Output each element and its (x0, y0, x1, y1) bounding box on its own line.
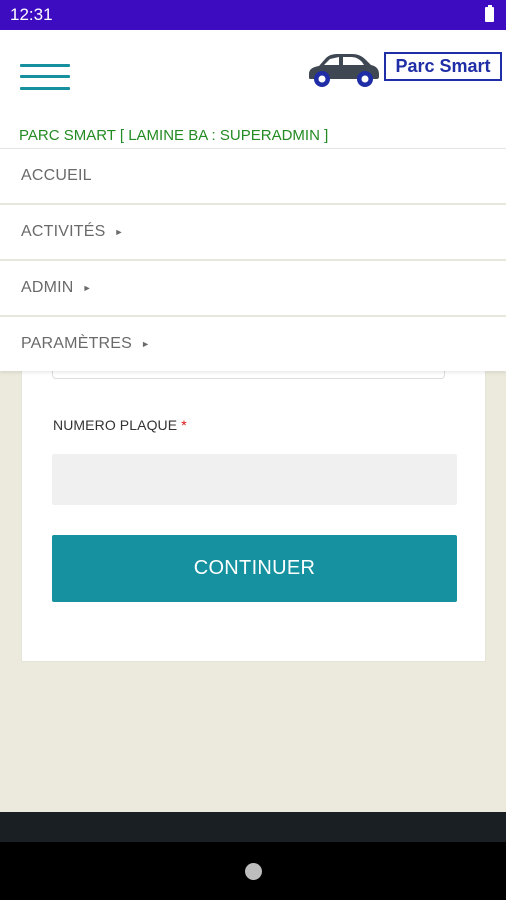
hamburger-menu-icon[interactable] (20, 62, 70, 92)
status-time: 12:31 (10, 5, 53, 24)
required-mark: * (181, 417, 187, 433)
nav-item-admin[interactable]: ADMIN ► (0, 261, 506, 317)
nav-item-parametres[interactable]: PARAMÈTRES ► (0, 317, 506, 371)
nav-item-label: PARAMÈTRES ► (21, 335, 151, 352)
nav-menu: ACCUEIL ACTIVITÉS ► ADMIN ► PARAMÈTRES ► (0, 148, 506, 371)
car-icon (309, 54, 379, 87)
caret-right-icon: ► (141, 339, 151, 349)
nav-item-activites[interactable]: ACTIVITÉS ► (0, 205, 506, 261)
nav-item-accueil[interactable]: ACCUEIL (0, 149, 506, 205)
battery-icon (485, 5, 494, 22)
home-button-icon[interactable] (245, 863, 262, 880)
nav-item-label: ADMIN ► (21, 279, 92, 296)
plate-number-label: NUMERO PLAQUE * (53, 417, 187, 433)
bottom-bar (0, 812, 506, 842)
form-card: NUMERO PLAQUE * CONTINUER (21, 330, 486, 662)
system-navigation-bar (0, 842, 506, 900)
nav-item-label: ACCUEIL (21, 167, 92, 184)
continue-button[interactable]: CONTINUER (52, 535, 457, 602)
nav-item-label: ACTIVITÉS ► (21, 223, 124, 240)
brand-logo-text: Parc Smart (384, 52, 502, 81)
app-header: Parc Smart PARC SMART [ LAMINE BA : SUPE… (0, 30, 506, 148)
status-bar: 12:31 (0, 0, 506, 30)
caret-right-icon: ► (114, 227, 124, 237)
user-role-line: PARC SMART [ LAMINE BA : SUPERADMIN ] (19, 127, 329, 144)
plate-number-input[interactable] (52, 454, 457, 505)
caret-right-icon: ► (82, 283, 92, 293)
